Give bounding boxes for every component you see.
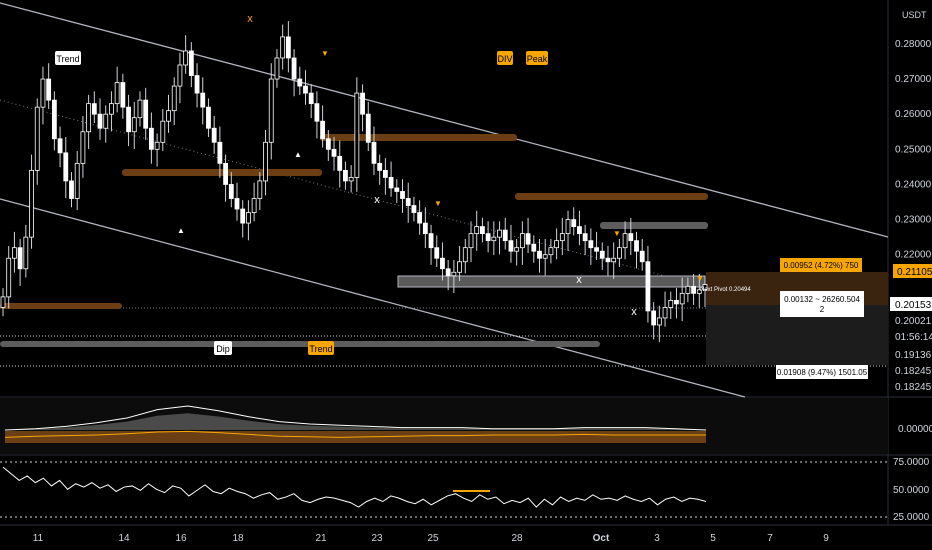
price-label: 0.18245 <box>890 379 932 393</box>
info-box-text: 0.00132 ~ 26260.504 <box>784 295 860 304</box>
tag-trend[interactable]: Trend <box>308 341 334 355</box>
info-box-text: 0.01908 (9.47%) 1501.05 <box>777 368 868 377</box>
oscillator-tick-label: 0.00000 <box>898 424 932 435</box>
down-triangle-icon: ▼ <box>434 199 442 208</box>
down-triangle-icon: ▼ <box>696 274 704 283</box>
price-label-text: 0.18245 <box>895 366 932 377</box>
sr-zone <box>0 303 122 309</box>
oscillator-panel[interactable]: 0.00000 <box>0 398 932 454</box>
time-tick-label: 16 <box>175 533 187 544</box>
price-label-text: 01:56:14 <box>895 332 932 343</box>
next-pivot-label: Next Pivot 0.20494 <box>700 287 751 293</box>
rsi-tick-label: 75.0000 <box>893 457 930 468</box>
price-tick-label: 0.28000 <box>895 39 932 50</box>
tag-div[interactable]: DIV <box>497 51 513 65</box>
info-box-text: 0.00952 (4.72%) 750 <box>784 261 859 270</box>
tag-label: Trend <box>56 54 79 64</box>
countdown-label: 01:56:14 <box>890 329 932 343</box>
price-label: 0.20153 <box>890 297 932 311</box>
price-label-text: 0.19136 <box>895 350 932 361</box>
cross-marker-icon: x <box>631 306 637 318</box>
time-tick-label: 3 <box>654 533 660 544</box>
info-box-upper[interactable]: 0.00952 (4.72%) 750 <box>780 258 862 272</box>
time-tick-label: 11 <box>33 533 44 544</box>
cross-marker-icon: x <box>576 274 582 286</box>
price-label: 0.20021 <box>890 313 932 327</box>
price-tick-label: 0.23000 <box>895 215 932 226</box>
tag-label: DIV <box>497 54 512 64</box>
currency-label: USDT <box>902 10 927 20</box>
time-tick-label: 18 <box>232 533 244 544</box>
cross-marker-icon: x <box>374 194 380 206</box>
tag-peak[interactable]: Peak <box>526 51 548 65</box>
up-triangle-icon: ▲ <box>294 150 302 159</box>
tag-dip[interactable]: Dip <box>214 341 232 355</box>
price-label-text: 0.18245 <box>895 382 932 393</box>
price-label-text: 0.20021 <box>895 316 932 327</box>
range-box[interactable] <box>397 275 706 288</box>
sr-zone <box>320 134 517 141</box>
tag-label: Trend <box>309 344 332 354</box>
tag-label: Peak <box>527 54 548 64</box>
time-tick-label: 5 <box>710 533 716 544</box>
sr-zone <box>0 341 600 347</box>
info-box-lower[interactable]: 0.01908 (9.47%) 1501.05 <box>776 365 868 379</box>
sr-zone <box>600 222 708 229</box>
price-label-text: 0.20153 <box>895 300 932 311</box>
price-tick-label: 0.24000 <box>895 179 932 190</box>
price-tick-label: 0.26000 <box>895 109 932 120</box>
time-tick-label: 23 <box>371 533 383 544</box>
cross-marker-icon: x <box>247 13 253 25</box>
time-tick-label: Oct <box>593 533 610 544</box>
time-tick-label: 25 <box>427 533 439 544</box>
down-triangle-icon: ▼ <box>613 229 621 238</box>
time-tick-label: 21 <box>315 533 327 544</box>
sr-zone <box>122 169 322 176</box>
time-tick-label: 9 <box>823 533 829 544</box>
rsi-tick-label: 50.0000 <box>893 485 930 496</box>
candle <box>354 77 360 192</box>
price-chart[interactable]: x x x x ▼ ▼ ▼ ▼ ▲ ▲ Trend DIV Peak Dip T… <box>0 0 932 550</box>
time-tick-label: 7 <box>767 533 773 544</box>
price-tick-label: 0.27000 <box>895 74 932 85</box>
price-tick-label: 0.25000 <box>895 144 932 155</box>
time-tick-label: 14 <box>118 533 130 544</box>
tag-label: Dip <box>216 344 230 354</box>
sr-zone <box>515 193 708 200</box>
price-label: 0.18245 <box>890 363 932 377</box>
rsi-tick-label: 25.0000 <box>893 512 930 523</box>
price-label-current: 0.21105 <box>893 264 932 278</box>
price-label-text: 0.21105 <box>897 267 932 278</box>
up-triangle-icon: ▲ <box>177 226 185 235</box>
info-box-text: 2 <box>820 305 825 314</box>
price-label: 0.19136 <box>890 347 932 361</box>
price-tick-label: 0.22000 <box>895 250 932 261</box>
tag-trend[interactable]: Trend <box>55 51 81 65</box>
down-triangle-icon: ▼ <box>321 49 329 58</box>
info-box-middle[interactable]: 0.00132 ~ 26260.504 2 <box>780 291 864 317</box>
time-tick-label: 28 <box>511 533 523 544</box>
